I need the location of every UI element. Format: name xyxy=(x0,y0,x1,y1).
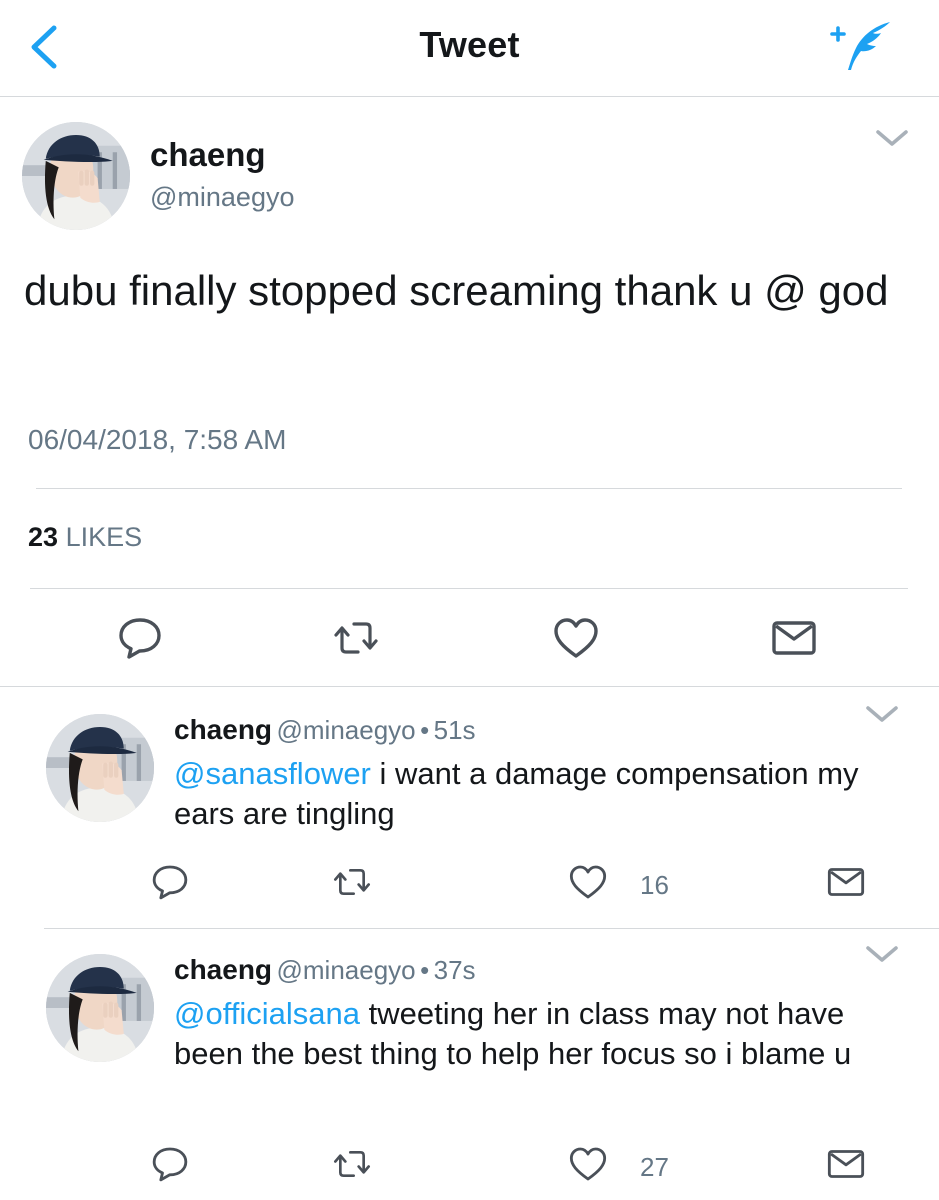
like-count: 27 xyxy=(640,1152,669,1182)
reply-time[interactable]: 37s xyxy=(434,955,476,985)
reply-header: chaeng @minaegyo • 37s xyxy=(174,954,476,986)
direct-message-button[interactable] xyxy=(826,1144,866,1184)
likes-summary[interactable]: 23 LIKES xyxy=(28,522,142,553)
mention-link[interactable]: @officialsana xyxy=(174,996,360,1031)
like-count: 16 xyxy=(640,870,669,900)
divider xyxy=(0,686,939,687)
reply-button[interactable] xyxy=(116,614,164,662)
retweet-icon xyxy=(330,614,382,662)
likes-count: 23 xyxy=(28,522,59,552)
heart-icon xyxy=(568,862,608,902)
retweet-icon xyxy=(330,862,374,902)
profile-photo xyxy=(46,954,154,1062)
meta-separator: • xyxy=(420,955,430,985)
reply-time[interactable]: 51s xyxy=(434,715,476,745)
reply-icon xyxy=(150,1144,190,1184)
reply-button[interactable] xyxy=(150,862,190,902)
divider xyxy=(30,588,908,589)
meta-separator: • xyxy=(420,715,430,745)
page-title: Tweet xyxy=(419,24,520,65)
mail-icon xyxy=(826,1144,866,1184)
more-options-button[interactable] xyxy=(872,124,912,154)
avatar[interactable] xyxy=(22,122,130,230)
reply-icon xyxy=(150,862,190,902)
chevron-down-icon xyxy=(862,940,902,970)
likes-label: LIKES xyxy=(65,522,143,552)
tweet-timestamp: 06/04/2018, 7:58 AM xyxy=(28,424,287,455)
reply-button[interactable] xyxy=(150,1144,190,1184)
retweet-button[interactable] xyxy=(330,1144,374,1184)
compose-feather-icon xyxy=(830,22,890,70)
top-bar: Tweet xyxy=(0,0,939,97)
reply-icon xyxy=(116,614,164,662)
heart-icon xyxy=(552,614,600,662)
retweet-icon xyxy=(330,1144,374,1184)
retweet-button[interactable] xyxy=(330,862,374,902)
like-button[interactable] xyxy=(568,1144,608,1184)
user-handle[interactable]: @minaegyo xyxy=(276,715,415,745)
display-name[interactable]: chaeng xyxy=(174,954,272,985)
retweet-button[interactable] xyxy=(330,614,382,662)
like-button[interactable] xyxy=(568,862,608,902)
direct-message-button[interactable] xyxy=(826,862,866,902)
profile-photo xyxy=(46,714,154,822)
display-name[interactable]: chaeng xyxy=(150,136,266,174)
avatar[interactable] xyxy=(46,954,154,1062)
mention-link[interactable]: @sanasflower xyxy=(174,756,371,791)
tweet-text: dubu finally stopped screaming thank u @… xyxy=(24,267,889,314)
user-handle[interactable]: @minaegyo xyxy=(276,955,415,985)
reply-text: @sanasflower i want a damage compensatio… xyxy=(174,754,894,834)
mail-icon xyxy=(770,614,818,662)
divider xyxy=(44,928,939,929)
more-options-button[interactable] xyxy=(862,940,902,970)
avatar[interactable] xyxy=(46,714,154,822)
divider xyxy=(36,488,902,489)
chevron-down-icon xyxy=(872,124,912,154)
chevron-down-icon xyxy=(862,700,902,730)
like-button[interactable] xyxy=(552,614,600,662)
reply-text: @officialsana tweeting her in class may … xyxy=(174,994,914,1074)
more-options-button[interactable] xyxy=(862,700,902,730)
direct-message-button[interactable] xyxy=(770,614,818,662)
mail-icon xyxy=(826,862,866,902)
compose-button[interactable] xyxy=(826,18,896,74)
reply-header: chaeng @minaegyo • 51s xyxy=(174,714,476,746)
heart-icon xyxy=(568,1144,608,1184)
profile-photo xyxy=(22,122,130,230)
display-name[interactable]: chaeng xyxy=(174,714,272,745)
user-handle[interactable]: @minaegyo xyxy=(150,182,294,213)
